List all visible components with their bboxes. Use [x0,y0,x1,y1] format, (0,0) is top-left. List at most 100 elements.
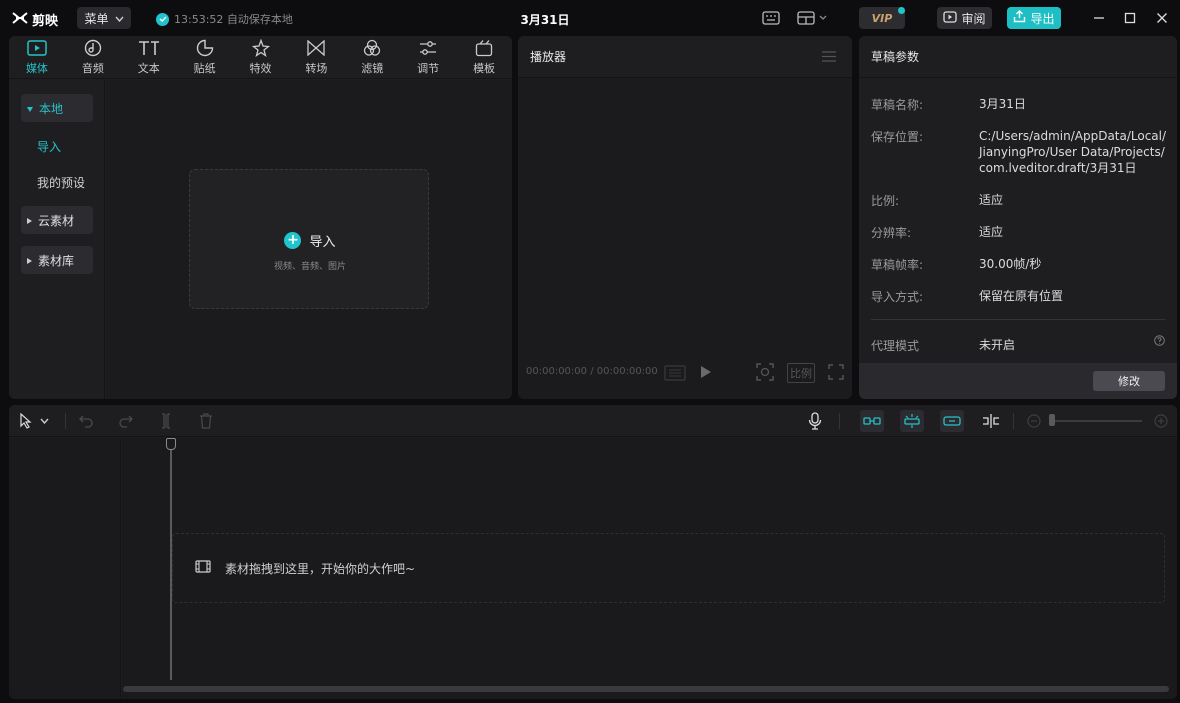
export-button[interactable]: 导出 [1007,7,1061,29]
project-title: 3月31日 [520,13,570,27]
chevron-down-icon[interactable] [37,411,51,431]
sidebar-item-presets[interactable]: 我的预设 [37,174,85,191]
tab-sticker[interactable]: 贴纸 [177,36,233,79]
play-icon[interactable] [700,365,712,382]
ratio-button[interactable]: 比例 [787,363,815,383]
param-value-framerate: 30.00帧/秒 [979,257,1042,271]
sticker-icon [196,39,214,57]
playhead-handle[interactable] [166,438,176,450]
effects-icon [251,39,270,57]
tab-label: 滤镜 [361,62,384,75]
zoom-slider-thumb[interactable] [1049,414,1055,426]
preview-axis-icon[interactable] [980,411,1002,431]
param-label-proxy: 代理模式 [871,339,920,353]
media-icon [27,39,47,57]
waveform-icon [664,365,686,384]
minimize-icon[interactable] [1090,9,1108,27]
param-value-name: 3月31日 [979,97,1026,111]
tab-effects[interactable]: 特效 [233,36,289,79]
edit-button[interactable]: 修改 [1093,371,1165,391]
tab-label: 转场 [305,62,328,75]
zoom-out-icon[interactable] [1023,411,1045,431]
keyboard-shortcut-icon[interactable] [761,9,781,27]
caret-right-icon [27,213,32,227]
draft-params-panel: 草稿参数 草稿名称: 3月31日 保存位置: C:/Users/admin/Ap… [859,36,1177,399]
hamburger-menu-icon[interactable] [822,51,836,65]
delete-icon[interactable] [195,411,217,431]
media-tab-bar: 媒体 音频 文本 贴纸 特效 转场 滤镜 调节 模板 [9,36,512,79]
adjust-icon [419,39,437,57]
timecode-current: 00:00:00:00 [526,366,588,377]
caret-down-icon [27,101,33,115]
sidebar-item-label: 云素材 [38,213,75,228]
layout-switch-icon[interactable] [795,9,829,27]
sidebar-item-library[interactable]: 素材库 [21,246,93,274]
param-label-import-mode: 导入方式: [871,290,924,304]
tab-transition[interactable]: 转场 [288,36,344,79]
draft-title: 草稿参数 [871,50,920,64]
title-bar: 剪映 菜单 13:53:52 自动保存本地 3月31日 VIP 审阅 导出 [0,0,1180,36]
horizontal-scrollbar[interactable] [123,686,1169,692]
tab-label: 贴纸 [193,62,216,75]
undo-icon[interactable] [75,411,97,431]
player-header: 播放器 [518,36,852,78]
player-panel: 播放器 00:00:00:00 / 00:00:00:00 比例 [518,36,852,399]
microphone-icon[interactable] [804,411,826,431]
import-dropzone[interactable]: + 导入 视频、音频、图片 [189,169,429,309]
tab-media[interactable]: 媒体 [9,36,65,79]
timecode-separator: / [590,366,594,377]
template-icon [475,39,493,57]
fullscreen-focus-icon[interactable] [756,363,774,384]
filter-icon [363,39,381,57]
tab-label: 调节 [417,62,440,75]
transition-icon [307,39,326,57]
auto-snap-icon[interactable] [900,410,924,432]
export-icon [1013,10,1026,26]
linkage-icon[interactable] [940,410,964,432]
zoom-slider-track[interactable] [1050,420,1142,422]
player-viewport[interactable] [518,78,852,358]
param-value-ratio: 适应 [979,193,1004,207]
split-icon[interactable] [155,411,177,431]
tab-filter[interactable]: 滤镜 [344,36,400,79]
maximize-icon[interactable] [1121,9,1139,27]
tab-audio[interactable]: 音频 [65,36,121,79]
media-sidebar: 本地 导入 我的预设 云素材 素材库 [9,80,105,399]
sidebar-item-label: 本地 [39,101,64,116]
import-hint: 视频、音频、图片 [273,262,346,272]
redo-icon[interactable] [115,411,137,431]
sidebar-item-import[interactable]: 导入 [37,138,61,155]
sidebar-item-cloud[interactable]: 云素材 [21,206,93,234]
toolbar-separator [65,413,66,429]
track-header-column [9,438,121,699]
close-icon[interactable] [1153,9,1171,27]
film-strip-icon [195,560,211,576]
vip-badge[interactable]: VIP [859,7,905,29]
tab-text[interactable]: 文本 [121,36,177,79]
help-icon[interactable] [1154,335,1165,349]
param-label-name: 草稿名称: [871,98,924,112]
divider [871,319,1165,320]
review-label: 审阅 [961,11,986,26]
review-button[interactable]: 审阅 [937,7,992,29]
tab-adjust[interactable]: 调节 [400,36,456,79]
plus-circle-icon: + [284,232,302,249]
vip-label: VIP [871,11,893,25]
audio-icon [84,39,102,57]
tab-template[interactable]: 模板 [456,36,512,79]
timeline-toolbar [9,405,1177,437]
select-cursor-icon[interactable] [15,411,37,431]
timeline-drop-zone[interactable]: 素材拖拽到这里，开始你的大作吧~ [172,533,1165,603]
param-label-ratio: 比例: [871,194,900,208]
main-track-magnet-icon[interactable] [860,410,884,432]
zoom-in-icon[interactable] [1150,411,1172,431]
param-value-import-mode: 保留在原有位置 [979,289,1064,303]
tab-label: 特效 [249,62,272,75]
notification-dot [898,7,905,14]
tab-label: 文本 [137,62,160,75]
sidebar-item-local[interactable]: 本地 [21,94,93,122]
tab-label: 媒体 [25,62,48,75]
expand-icon[interactable] [828,364,844,383]
drop-hint-text: 素材拖拽到这里，开始你的大作吧~ [225,561,416,576]
timeline-panel: 素材拖拽到这里，开始你的大作吧~ [9,405,1177,699]
